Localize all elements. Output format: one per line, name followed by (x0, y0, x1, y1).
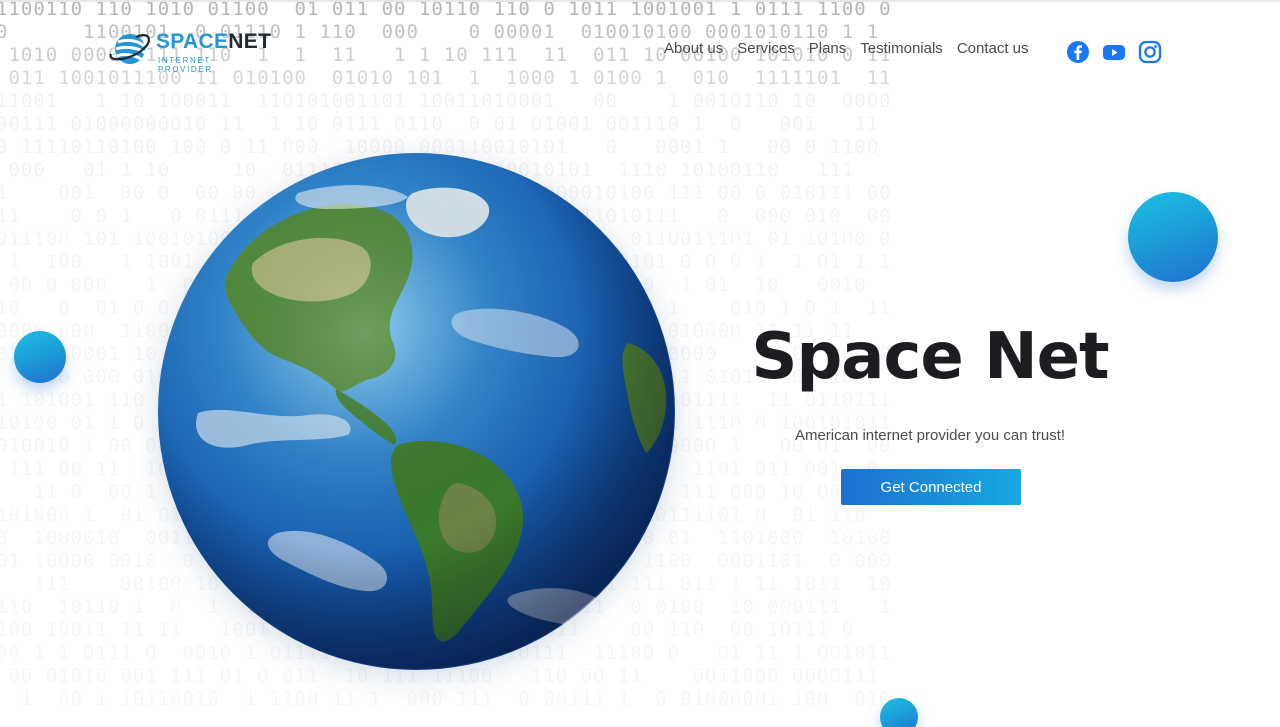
earth-globe-image (158, 153, 675, 670)
decorative-bubble-bottom (880, 698, 918, 727)
hero-title: Space Net (751, 320, 1109, 394)
youtube-icon[interactable] (1102, 40, 1126, 64)
binary-row: 1 00 1 10110010 1 1100 11 1 000 111 0 00… (0, 688, 892, 710)
nav-link-plans[interactable]: Plans (809, 40, 847, 57)
facebook-icon[interactable] (1066, 40, 1090, 64)
nav-link-services[interactable]: Services (737, 40, 795, 57)
decorative-bubble-left (14, 331, 66, 383)
nav-link-about-us[interactable]: About us (664, 40, 723, 57)
top-divider (0, 0, 1280, 2)
instagram-icon[interactable] (1138, 40, 1162, 64)
globe-logo-icon (109, 34, 150, 64)
nav-link-contact-us[interactable]: Contact us (957, 40, 1029, 57)
hero-subtitle: American internet provider you can trust… (794, 427, 1066, 444)
binary-row: 00111 01000000010 11 1 10 0111 0110 0 01… (0, 113, 892, 135)
brand-tagline: INTERNET PROVIDER (158, 56, 213, 74)
brand-name-part2: NET (228, 30, 272, 53)
get-connected-button[interactable]: Get Connected (841, 469, 1021, 505)
brand-logo[interactable]: SPACENET INTERNET PROVIDER (108, 28, 271, 74)
decorative-bubble-right (1128, 192, 1218, 282)
main-nav: About us Services Plans Testimonials Con… (664, 40, 1043, 57)
brand-name: SPACENET (156, 30, 271, 54)
site-header: SPACENET INTERNET PROVIDER About us Serv… (0, 0, 1280, 100)
nav-link-testimonials[interactable]: Testimonials (860, 40, 943, 57)
brand-name-part1: SPACE (156, 30, 229, 53)
